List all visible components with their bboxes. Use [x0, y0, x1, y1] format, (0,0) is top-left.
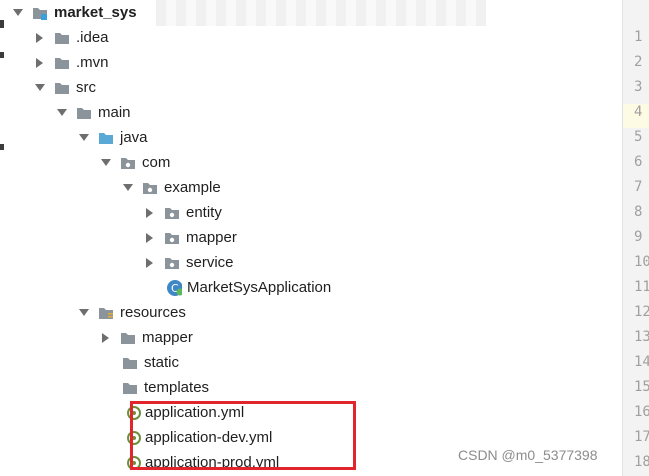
line-number: 8: [634, 204, 643, 220]
chevron-down-icon[interactable]: [34, 75, 46, 100]
line-number: 2: [634, 54, 643, 70]
tree-item-label: main: [98, 104, 131, 121]
folder-icon: [76, 105, 92, 121]
chevron-right-icon[interactable]: [144, 200, 156, 225]
tree-item-label: .idea: [76, 29, 109, 46]
line-number: 7: [634, 179, 643, 195]
tree-item-example[interactable]: example: [122, 175, 221, 200]
source-folder-icon: [98, 130, 114, 146]
package-icon: [164, 230, 180, 246]
line-number: 13: [634, 329, 649, 345]
line-number: 17: [634, 429, 649, 445]
line-number: 4: [634, 104, 643, 120]
folder-icon: [54, 55, 70, 71]
highlight-box: [130, 401, 356, 470]
tree-item-label: mapper: [186, 229, 237, 246]
package-icon: [164, 205, 180, 221]
tree-item-service[interactable]: service: [144, 250, 234, 275]
folder-icon: [54, 80, 70, 96]
tree-item-label: java: [120, 129, 148, 146]
tree-item-main[interactable]: main: [56, 100, 131, 125]
line-number: 18: [634, 454, 649, 470]
tree-item-static[interactable]: static: [122, 350, 179, 375]
chevron-down-icon[interactable]: [56, 100, 68, 125]
tree-item-market-sys-application[interactable]: C MarketSysApplication: [166, 275, 331, 300]
tree-item-label: templates: [144, 379, 210, 396]
tree-item-label: mapper: [142, 329, 193, 346]
chevron-right-icon[interactable]: [100, 325, 112, 350]
edge-mark: [0, 144, 4, 150]
package-icon: [164, 255, 180, 271]
resources-folder-icon: [98, 305, 114, 321]
project-tree: market_sys .idea .mvn src main java com …: [6, 0, 622, 476]
line-number: 15: [634, 379, 649, 395]
chevron-down-icon[interactable]: [12, 0, 24, 25]
tree-item-idea[interactable]: .idea: [34, 25, 109, 50]
edge-mark: [0, 52, 4, 58]
module-folder-icon: [32, 5, 48, 21]
chevron-down-icon[interactable]: [78, 125, 90, 150]
line-number-gutter: 1 2 3 4 5 6 7 8 9 10 11 12 13 14 15 16 1…: [622, 0, 649, 476]
chevron-right-icon[interactable]: [34, 50, 46, 75]
line-number: 1: [634, 29, 643, 45]
blurred-path: [156, 0, 486, 26]
chevron-right-icon[interactable]: [144, 225, 156, 250]
tree-item-src[interactable]: src: [34, 75, 96, 100]
folder-icon: [122, 355, 138, 371]
package-icon: [142, 180, 158, 196]
line-number: 3: [634, 79, 643, 95]
spring-class-icon: C: [166, 279, 182, 296]
chevron-down-icon[interactable]: [100, 150, 112, 175]
tree-item-label: market_sys: [54, 4, 137, 21]
tree-item-label: entity: [186, 204, 222, 221]
folder-icon: [54, 30, 70, 46]
tree-item-mapper-resources[interactable]: mapper: [100, 325, 193, 350]
tree-item-label: MarketSysApplication: [187, 279, 332, 296]
folder-icon: [122, 380, 138, 396]
tree-item-label: service: [186, 254, 234, 271]
edge-mark: [0, 20, 4, 28]
tree-item-mvn[interactable]: .mvn: [34, 50, 109, 75]
line-number: 12: [634, 304, 649, 320]
tree-item-entity[interactable]: entity: [144, 200, 222, 225]
tree-item-java[interactable]: java: [78, 125, 148, 150]
tree-item-label: com: [142, 154, 171, 171]
folder-icon: [120, 330, 136, 346]
tree-item-com[interactable]: com: [100, 150, 170, 175]
tree-item-label: example: [164, 179, 221, 196]
chevron-down-icon[interactable]: [78, 300, 90, 325]
tree-item-mapper-package[interactable]: mapper: [144, 225, 237, 250]
tree-item-label: static: [144, 354, 180, 371]
tree-item-templates[interactable]: templates: [122, 375, 209, 400]
line-number: 14: [634, 354, 649, 370]
chevron-right-icon[interactable]: [144, 250, 156, 275]
chevron-right-icon[interactable]: [34, 25, 46, 50]
tree-item-label: resources: [120, 304, 186, 321]
line-number: 16: [634, 404, 649, 420]
tree-item-market-sys[interactable]: market_sys: [12, 0, 137, 25]
tree-item-label: src: [76, 79, 96, 96]
line-number: 9: [634, 229, 643, 245]
line-number: 5: [634, 129, 643, 145]
watermark: CSDN @m0_5377398: [458, 447, 598, 463]
chevron-down-icon[interactable]: [122, 175, 134, 200]
tree-item-resources[interactable]: resources: [78, 300, 186, 325]
line-number: 11: [634, 279, 649, 295]
tree-item-label: .mvn: [76, 54, 109, 71]
package-icon: [120, 155, 136, 171]
line-number: 6: [634, 154, 643, 170]
line-number: 10: [634, 254, 649, 270]
